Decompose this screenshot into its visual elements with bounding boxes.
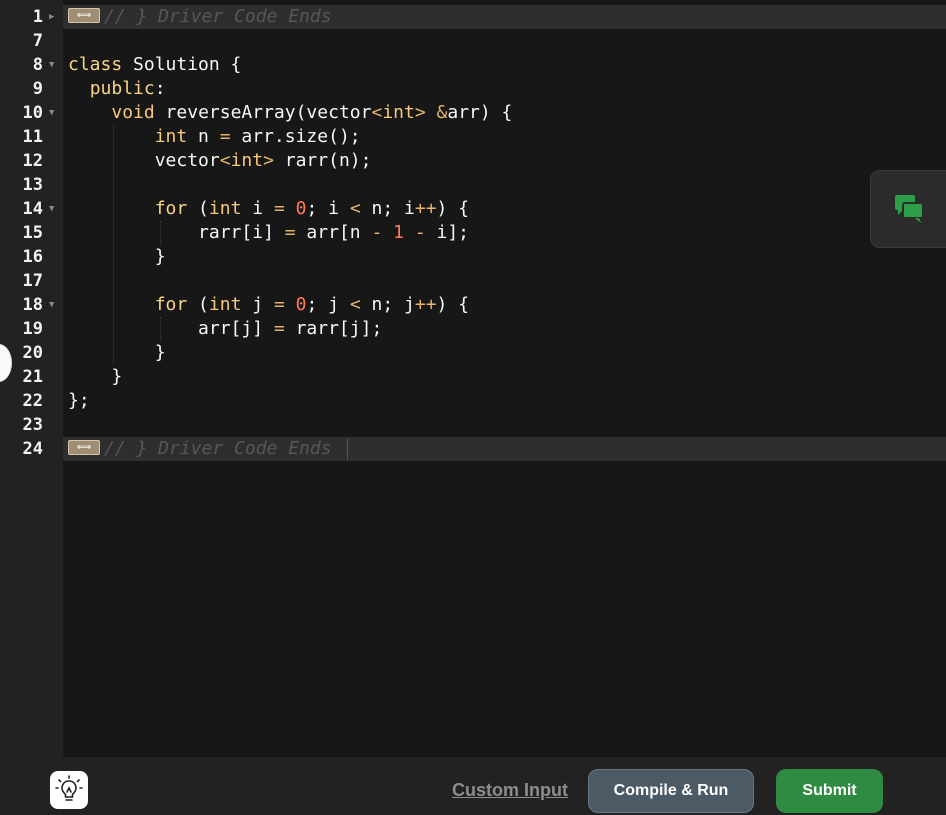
code-text: // } Driver Code Ends — [104, 6, 332, 27]
code-line[interactable]: 23 — [0, 413, 946, 437]
code-line[interactable]: 11 int n = arr.size(); — [0, 125, 946, 149]
line-number: 10 — [22, 103, 43, 123]
line-number: 11 — [22, 127, 43, 147]
line-number: 19 — [22, 319, 43, 339]
code-line[interactable]: 13 — [0, 173, 946, 197]
line-number: 18 — [22, 295, 43, 315]
code-line[interactable]: 15 rarr[i] = arr[n - 1 - i]; — [0, 221, 946, 245]
line-number: 13 — [22, 175, 43, 195]
custom-input-link[interactable]: Custom Input — [452, 776, 568, 804]
submit-button[interactable]: Submit — [776, 769, 883, 813]
line-number: 15 — [22, 223, 43, 243]
code-text: // } Driver Code Ends — [104, 438, 332, 459]
text-cursor — [347, 438, 348, 460]
code-line[interactable]: 24 ⟺// } Driver Code Ends — [0, 437, 946, 461]
code-line[interactable]: 9 public: — [0, 77, 946, 101]
code-line[interactable]: 18 ▼ for (int j = 0; j < n; j++) { — [0, 293, 946, 317]
line-number: 23 — [22, 415, 43, 435]
code-line[interactable]: 22 }; — [0, 389, 946, 413]
line-number: 16 — [22, 247, 43, 267]
line-number: 7 — [32, 31, 43, 51]
fold-down-icon[interactable]: ▼ — [49, 197, 54, 221]
code-text: } — [68, 246, 166, 267]
line-number: 12 — [22, 151, 43, 171]
code-line[interactable]: 20 } — [0, 341, 946, 365]
code-line[interactable]: 7 — [0, 29, 946, 53]
code-line[interactable]: 14 ▼ for (int i = 0; i < n; i++) { — [0, 197, 946, 221]
code-line[interactable]: 10 ▼ void reverseArray(vector<int> &arr)… — [0, 101, 946, 125]
chat-panel-toggle[interactable] — [870, 170, 946, 248]
code-text: } — [68, 342, 166, 363]
line-number: 9 — [32, 79, 43, 99]
code-line[interactable]: 12 vector<int> rarr(n); — [0, 149, 946, 173]
fold-right-icon[interactable]: ▶ — [49, 5, 54, 29]
fold-down-icon[interactable]: ▼ — [49, 53, 54, 77]
code-line[interactable]: 19 arr[j] = rarr[j]; — [0, 317, 946, 341]
code-text: } — [68, 366, 123, 387]
fold-down-icon[interactable]: ▼ — [49, 293, 54, 317]
line-number: 24 — [22, 439, 43, 459]
code-line[interactable]: 17 — [0, 269, 946, 293]
code-line[interactable]: 16 } — [0, 245, 946, 269]
line-number: 22 — [22, 391, 43, 411]
line-number: 17 — [22, 271, 43, 291]
code-line[interactable]: 1 ▶ ⟺// } Driver Code Ends — [0, 5, 946, 29]
code-text: }; — [68, 390, 90, 411]
code-line[interactable]: 8 ▼ class Solution { — [0, 53, 946, 77]
fold-down-icon[interactable]: ▼ — [49, 101, 54, 125]
collapsed-fold-icon[interactable]: ⟺ — [68, 7, 100, 23]
code-line[interactable]: 21 } — [0, 365, 946, 389]
lightbulb-icon — [55, 775, 83, 809]
collapsed-fold-icon[interactable]: ⟺ — [68, 439, 100, 455]
line-number: 1 — [32, 7, 43, 27]
chat-bubbles-icon — [893, 193, 927, 231]
line-number: 14 — [22, 199, 43, 219]
line-number: 8 — [32, 55, 43, 75]
hint-button[interactable] — [50, 771, 88, 809]
compile-run-button[interactable]: Compile & Run — [588, 769, 754, 813]
